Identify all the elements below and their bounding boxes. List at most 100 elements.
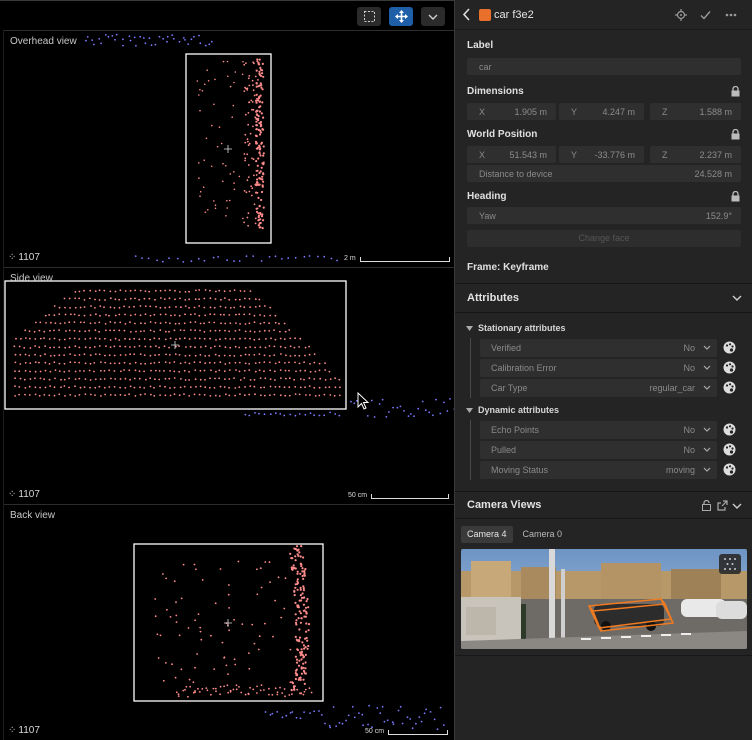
heading-section-title: Heading [467,191,507,202]
field-key: Yaw [479,211,496,221]
yaw-field[interactable]: Yaw 152.9° [467,207,741,224]
dimension-z-field[interactable]: Z 1.588 m [650,103,741,120]
attribute-select[interactable]: Pulled No [480,441,717,459]
dimension-x-field[interactable]: X 1.905 m [467,103,556,120]
attribute-select[interactable]: Moving Status moving [480,461,717,479]
label-section-title: Label [467,40,494,51]
side-view[interactable]: Side view ⁘ 1107 50 cm [4,267,454,504]
attribute-select[interactable]: Calibration Error No [480,359,717,377]
chevron-down-icon [703,365,711,370]
frame-number: ⁘ 1107 [8,725,40,736]
scale-label: 2 m [344,255,356,262]
position-y-field[interactable]: Y -33.776 m [559,146,644,163]
frame-number-value: 1107 [18,489,40,500]
palette-icon[interactable] [723,443,736,456]
camera-views-header[interactable]: Camera Views [467,499,541,511]
back-view[interactable]: Back view ⁘ 1107 50 cm [4,504,454,740]
chevron-down-icon[interactable] [732,295,742,301]
frame-icon: ⁘ [8,489,17,500]
dimension-y-field[interactable]: Y 4.247 m [559,103,644,120]
lock-icon[interactable] [731,191,740,202]
palette-icon[interactable] [723,361,736,374]
select-box-tool-button[interactable] [357,7,381,26]
stationary-attributes-group[interactable]: Stationary attributes [466,323,566,333]
divider [455,655,752,656]
palette-icon[interactable] [723,341,736,354]
attribute-value: No [683,363,695,373]
frame-type-label: Frame: Keyframe [467,262,549,273]
palette-icon[interactable] [723,423,736,436]
position-x-field[interactable]: X 51.543 m [467,146,556,163]
frame-number: ⁘ 1107 [8,489,40,500]
back-arrow-icon[interactable] [462,8,471,21]
view-title: Side view [10,273,53,284]
dynamic-attributes-group[interactable]: Dynamic attributes [466,405,559,415]
chevron-down-icon[interactable] [732,503,742,509]
object-properties-panel: car f3e2 Label car Dimensions X 1.905 m Y… [454,0,752,740]
divider [455,491,752,492]
group-indent-line [470,338,471,398]
attribute-select[interactable]: Car Type regular_car [480,379,717,397]
more-tools-dropdown[interactable] [421,7,445,26]
camera-tabs: Camera 4 Camera 0 [461,526,568,543]
attribute-value: No [683,425,695,435]
change-face-button[interactable]: Change face [467,230,741,247]
attribute-name: Echo Points [491,425,540,435]
attribute-row-moving-status[interactable]: Moving Status moving [480,461,742,479]
viewport-area: Overhead view ⁘ 1107 2 m Side view ⁘ 1107 … [0,0,454,740]
view-toolbar [0,0,454,30]
target-icon[interactable] [675,9,687,21]
external-link-icon[interactable] [717,500,728,511]
more-options-icon[interactable] [725,13,737,17]
attribute-row-calibration-error[interactable]: Calibration Error No [480,359,742,377]
field-value: 24.528 m [694,169,732,179]
label-input[interactable]: car [467,58,741,75]
attribute-select[interactable]: Verified No [480,339,717,357]
move-arrows-icon [394,10,408,23]
attributes-header[interactable]: Attributes [467,292,519,304]
position-z-field[interactable]: Z 2.237 m [650,146,741,163]
field-value: 1.905 m [514,107,547,117]
scale-label: 50 cm [365,728,385,735]
field-key: X [479,150,486,160]
overhead-view[interactable]: Overhead view ⁘ 1107 2 m [4,30,454,267]
overhead-point-cloud [85,33,338,263]
frame-icon: ⁘ [8,252,17,263]
palette-icon[interactable] [723,381,736,394]
scale-bar [388,730,449,735]
frame-number-value: 1107 [18,252,40,263]
lock-icon[interactable] [731,129,740,140]
side-point-cloud [4,280,454,418]
attribute-value: No [683,343,695,353]
chevron-down-icon [703,447,711,452]
scale-label: 50 cm [348,492,368,499]
object-color-swatch[interactable] [479,9,491,21]
field-key: Z [662,150,668,160]
checkmark-icon[interactable] [700,9,711,21]
world-position-section-title: World Position [467,129,538,140]
attribute-row-verified[interactable]: Verified No [480,339,742,357]
chevron-down-icon [703,385,711,390]
divider [455,312,752,313]
panel-header: car f3e2 [455,0,752,30]
camera-image[interactable] [461,549,747,649]
view-title: Overhead view [10,36,77,47]
field-value: 51.543 m [509,150,547,160]
attribute-row-pulled[interactable]: Pulled No [480,441,742,459]
lock-open-icon[interactable] [702,500,711,511]
view-title: Back view [10,510,56,521]
tab-camera-4[interactable]: Camera 4 [461,526,513,543]
frame-number-value: 1107 [18,725,40,736]
attribute-value: regular_car [649,383,695,393]
attribute-row-car-type[interactable]: Car Type regular_car [480,379,742,397]
lock-icon[interactable] [731,86,740,97]
palette-icon[interactable] [723,463,736,476]
chevron-down-icon [703,345,711,350]
label-input-value: car [479,62,492,72]
field-value: 1.588 m [699,107,732,117]
attribute-select[interactable]: Echo Points No [480,421,717,439]
tab-camera-0[interactable]: Camera 0 [517,526,569,543]
attribute-row-echo-points[interactable]: Echo Points No [480,421,742,439]
move-tool-button[interactable] [389,7,413,26]
mouse-cursor-icon [357,392,370,410]
